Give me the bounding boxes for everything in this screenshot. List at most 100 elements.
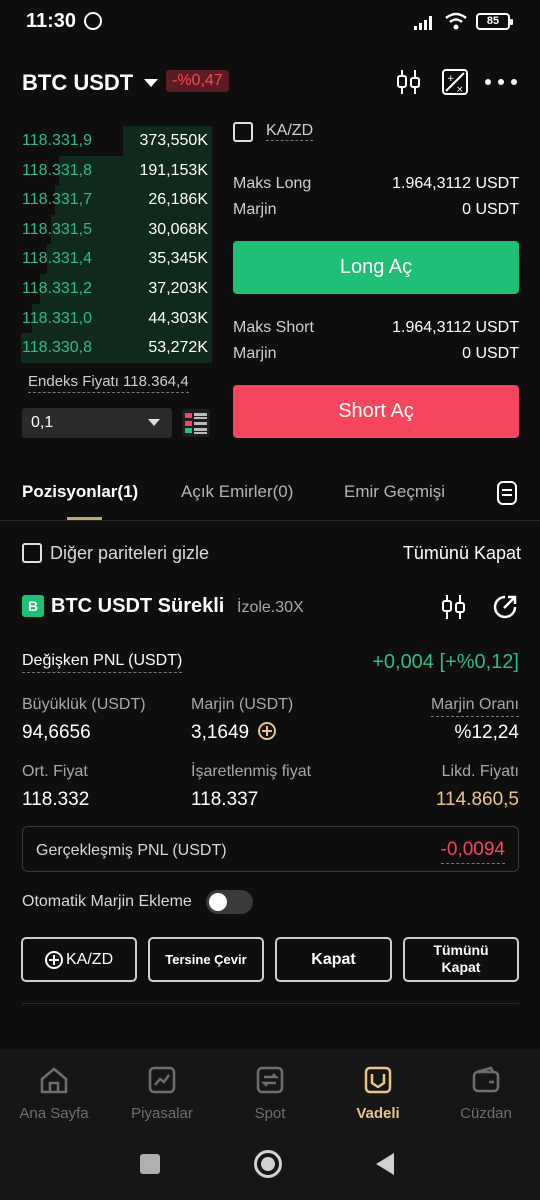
add-margin-icon[interactable] bbox=[257, 721, 277, 741]
orderbook-price: 118.331,4 bbox=[22, 250, 92, 268]
max-short-value: 1.964,3112 USDT bbox=[392, 319, 519, 336]
avg-price-label: Ort. Fiyat bbox=[22, 763, 88, 780]
more-icon[interactable] bbox=[484, 78, 520, 86]
nav-markets[interactable]: Piyasalar bbox=[112, 1065, 212, 1122]
realized-pnl-value: -0,0094 bbox=[440, 839, 505, 864]
close-position-button[interactable]: Kapat bbox=[275, 937, 392, 982]
orderbook-row[interactable]: 118.330,8 53,272K bbox=[0, 333, 212, 364]
calculator-icon[interactable]: + × bbox=[440, 67, 470, 97]
margin-ratio-value: %12,24 bbox=[454, 722, 519, 743]
orderbook-row[interactable]: 118.331,4 35,345K bbox=[0, 244, 212, 275]
unrealized-pnl-value: +0,004 [+%0,12] bbox=[372, 651, 519, 673]
position-symbol[interactable]: BTC USDT Sürekli bbox=[51, 595, 224, 618]
tab-divider bbox=[0, 520, 540, 521]
margin-value: 3,1649 bbox=[191, 722, 250, 743]
nav-futures-label: Vadeli bbox=[356, 1105, 400, 1122]
plus-circle-icon bbox=[45, 951, 63, 969]
margin-ratio-label[interactable]: Marjin Oranı bbox=[430, 696, 519, 717]
size-value: 94,6656 bbox=[22, 722, 91, 743]
order-list-icon[interactable] bbox=[496, 480, 518, 506]
realized-pnl-label: Gerçekleşmiş PNL (USDT) bbox=[36, 842, 227, 859]
mark-price-label: İşaretlenmiş fiyat bbox=[191, 763, 312, 780]
ka-zd-checkbox[interactable] bbox=[233, 122, 253, 142]
tab-positions[interactable]: Pozisyonlar(1) bbox=[22, 482, 138, 502]
orderbook-price: 118.331,2 bbox=[22, 280, 92, 297]
hide-other-pairs-checkbox[interactable] bbox=[22, 543, 42, 563]
wallet-icon bbox=[472, 1066, 500, 1093]
price-change-badge: -%0,47 bbox=[166, 70, 229, 92]
pair-title[interactable]: BTC USDT bbox=[22, 70, 133, 96]
auto-margin-toggle[interactable] bbox=[206, 890, 253, 914]
orderbook-quantity: 44,303K bbox=[148, 309, 208, 327]
back-button[interactable] bbox=[376, 1153, 394, 1175]
tab-open-orders[interactable]: Açık Emirler(0) bbox=[181, 482, 293, 502]
futures-icon bbox=[364, 1066, 392, 1094]
orderbook-row[interactable]: 118.331,8 191,153K bbox=[0, 155, 212, 186]
nav-spot-label: Spot bbox=[254, 1105, 286, 1122]
svg-text:×: × bbox=[456, 85, 464, 95]
orderbook-quantity: 26,186K bbox=[148, 191, 208, 209]
open-long-button[interactable]: Long Aç bbox=[233, 241, 519, 294]
quantity-step-select[interactable]: 0,1 bbox=[22, 408, 172, 438]
home-icon bbox=[40, 1067, 68, 1094]
candlestick-icon[interactable] bbox=[394, 67, 424, 97]
index-price[interactable]: Endeks Fiyatı 118.364,4 bbox=[28, 373, 189, 393]
nav-markets-label: Piyasalar bbox=[131, 1105, 193, 1122]
section-divider bbox=[22, 1003, 519, 1004]
quantity-step-value: 0,1 bbox=[31, 414, 54, 431]
nav-wallet[interactable]: Cüzdan bbox=[436, 1065, 536, 1122]
ka-zd-label: KA/ZD bbox=[266, 122, 314, 141]
avg-price-value: 118.332 bbox=[22, 789, 90, 810]
orderbook-row[interactable]: 118.331,5 30,068K bbox=[0, 214, 212, 245]
battery-icon: 85 bbox=[476, 13, 513, 30]
orderbook-price: 118.331,0 bbox=[22, 309, 92, 327]
orderbook-quantity: 37,203K bbox=[148, 280, 208, 297]
realized-pnl-box: Gerçekleşmiş PNL (USDT) -0,0094 bbox=[22, 826, 519, 872]
margin-long-value: 0 USDT bbox=[462, 201, 519, 218]
tab-order-history[interactable]: Emir Geçmişi bbox=[344, 482, 445, 502]
home-button[interactable] bbox=[254, 1150, 282, 1178]
reverse-position-button[interactable]: Tersine Çevir bbox=[148, 937, 264, 982]
markets-icon bbox=[148, 1066, 176, 1094]
orderbook-quantity: 35,345K bbox=[148, 250, 208, 268]
share-icon[interactable] bbox=[492, 594, 518, 620]
signal-icon bbox=[414, 16, 432, 30]
orderbook-quantity: 373,550K bbox=[139, 132, 208, 149]
ka-zd-button-label: KA/ZD bbox=[66, 951, 114, 968]
chevron-down-icon[interactable] bbox=[144, 79, 158, 87]
ka-zd-button[interactable]: KA/ZD bbox=[21, 937, 137, 982]
spot-icon bbox=[256, 1066, 284, 1094]
margin-short-label: Marjin bbox=[233, 345, 277, 362]
liquidation-price-label: Likd. Fiyatı bbox=[441, 763, 519, 780]
margin-label: Marjin (USDT) bbox=[191, 696, 294, 713]
close-all-link[interactable]: Tümünü Kapat bbox=[403, 543, 521, 564]
orderbook-row[interactable]: 118.331,0 44,303K bbox=[0, 303, 212, 334]
recents-button[interactable] bbox=[140, 1154, 160, 1174]
chevron-down-icon bbox=[148, 419, 160, 426]
orderbook-quantity: 191,153K bbox=[139, 161, 208, 179]
svg-text:+: + bbox=[447, 74, 455, 84]
margin-long-label: Marjin bbox=[233, 201, 277, 218]
open-short-button[interactable]: Short Aç bbox=[233, 385, 519, 438]
status-time: 11:30 bbox=[26, 10, 77, 32]
nav-futures[interactable]: Vadeli bbox=[328, 1065, 428, 1122]
hide-other-pairs-label: Diğer pariteleri gizle bbox=[50, 543, 210, 563]
orderbook-price: 118.331,5 bbox=[22, 220, 92, 238]
orderbook-row[interactable]: 118.331,2 37,203K bbox=[0, 274, 212, 304]
orderbook-row[interactable]: 118.331,9 373,550K bbox=[0, 126, 212, 156]
orderbook-row[interactable]: 118.331,7 26,186K bbox=[0, 185, 212, 216]
margin-short-value: 0 USDT bbox=[462, 345, 519, 362]
liquidation-price-value: 114.860,5 bbox=[435, 789, 519, 810]
orderbook-view-icon[interactable] bbox=[182, 409, 210, 437]
whatsapp-icon bbox=[84, 12, 102, 30]
candlestick-icon[interactable] bbox=[441, 593, 467, 621]
unrealized-pnl-label[interactable]: Değişken PNL (USDT) bbox=[22, 652, 183, 673]
close-all-positions-button[interactable]: Tümünü Kapat bbox=[403, 937, 519, 982]
nav-home[interactable]: Ana Sayfa bbox=[4, 1065, 104, 1122]
max-long-value: 1.964,3112 USDT bbox=[392, 175, 519, 192]
position-side-badge: B bbox=[22, 595, 44, 617]
auto-margin-label: Otomatik Marjin Ekleme bbox=[22, 893, 192, 910]
nav-spot[interactable]: Spot bbox=[220, 1065, 320, 1122]
wifi-icon bbox=[445, 12, 467, 30]
max-long-label: Maks Long bbox=[233, 175, 312, 192]
